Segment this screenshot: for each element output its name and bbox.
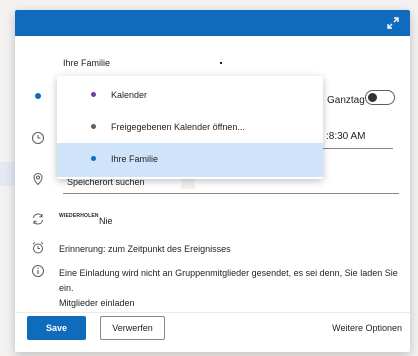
end-time[interactable]: :8:30 AM [326, 131, 365, 142]
invite-members-link[interactable]: Mitglieder einladen [59, 298, 135, 308]
alarm-icon [32, 242, 44, 254]
footer-divider [15, 312, 410, 313]
dropdown-item-kalender[interactable]: Kalender [57, 79, 323, 111]
clock-icon [32, 132, 44, 144]
repeat-value[interactable]: Nie [99, 216, 113, 226]
page: Ihre Familie Ganztag :8:30 AM Speicheror… [0, 0, 418, 356]
info-icon [32, 265, 44, 277]
event-dialog: Ihre Familie Ganztag :8:30 AM Speicheror… [15, 10, 410, 352]
text-cursor [220, 62, 222, 64]
repeat-label: WIEDERHOLEN [59, 213, 99, 219]
discard-button[interactable]: Verwerfen [100, 316, 165, 340]
dialog-header [15, 10, 410, 36]
save-button[interactable]: Save [27, 316, 86, 340]
all-day-label: Ganztag [327, 95, 365, 106]
dropdown-item-label: Freigegebenen Kalender öffnen... [111, 122, 245, 132]
dropdown-item-open-shared[interactable]: Freigegebenen Kalender öffnen... [57, 111, 323, 143]
calendar-color-dot [91, 92, 96, 97]
calendar-dropdown: Kalender Freigegebenen Kalender öffnen..… [57, 76, 323, 179]
expand-icon[interactable] [386, 16, 400, 30]
background-calendar-strip [0, 162, 15, 186]
invite-info: Eine Einladung wird nicht an Gruppenmitg… [59, 266, 404, 311]
dropdown-item-label: Kalender [111, 90, 148, 100]
location-icon [33, 172, 43, 186]
invite-info-text: Eine Einladung wird nicht an Gruppenmitg… [59, 268, 398, 293]
calendar-color-dot [91, 156, 96, 161]
all-day-toggle[interactable] [365, 90, 395, 105]
more-options-link[interactable]: Weitere Optionen [332, 323, 402, 333]
reminder-text[interactable]: Erinnerung: zum Zeitpunkt des Ereignisse… [59, 244, 231, 254]
dropdown-item-label: Ihre Familie [111, 154, 159, 164]
calendar-color-dot [91, 124, 96, 129]
toggle-knob [368, 93, 377, 102]
time-underline [323, 148, 393, 149]
calendar-selector[interactable]: Ihre Familie [63, 58, 110, 68]
calendar-color-dot [35, 93, 41, 99]
repeat-icon [33, 213, 43, 225]
dropdown-item-ihre-familie[interactable]: Ihre Familie [57, 143, 323, 177]
